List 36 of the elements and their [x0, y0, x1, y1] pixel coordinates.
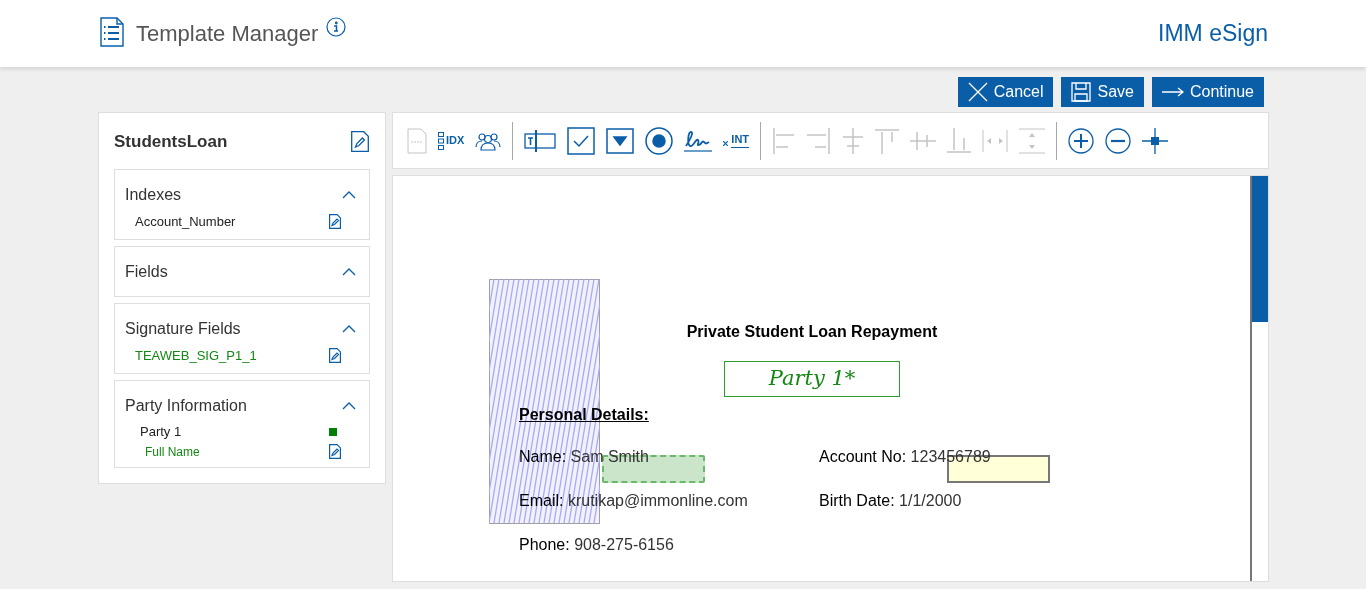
section-heading: Personal Details: [519, 406, 649, 423]
section-title[interactable]: Fields [125, 259, 168, 284]
chevron-icon[interactable] [342, 401, 356, 410]
close-icon [967, 82, 988, 102]
detail-text: Account No: 123456789 [819, 447, 991, 467]
document-title: Private Student Loan Repayment [686, 322, 938, 342]
continue-button[interactable]: Continue [1151, 77, 1264, 107]
detail-text: Birth Date: 1/1/2000 [819, 491, 962, 511]
info-icon[interactable] [326, 17, 347, 37]
field-item[interactable]: Full Name [145, 442, 200, 461]
section-title[interactable]: Party Information [125, 393, 247, 418]
party-item[interactable]: Party 1 [140, 421, 182, 442]
chevron-icon[interactable] [342, 190, 356, 199]
edit-icon[interactable] [329, 214, 341, 229]
edit-icon[interactable] [329, 444, 341, 460]
chevron-icon[interactable] [342, 267, 356, 276]
detail-text: Phone: 908-275-6156 [519, 535, 675, 555]
party-signature-field[interactable]: Party 1* [724, 361, 900, 397]
detail-text: Email: krutikap@immonline.com [519, 491, 749, 511]
brand-name: IMM eSign [1158, 19, 1268, 49]
list-document-icon [100, 16, 124, 47]
index-item[interactable]: Account_Number [135, 211, 236, 232]
save-icon [1071, 82, 1092, 102]
scrollbar-thumb[interactable] [1252, 176, 1268, 322]
edit-icon[interactable] [351, 131, 369, 153]
section-title[interactable]: Signature Fields [125, 316, 241, 341]
arrow-right-icon [1161, 87, 1184, 97]
section-title[interactable]: Indexes [125, 182, 182, 207]
chevron-icon[interactable] [342, 324, 356, 333]
detail-text: Name: Sam Smith [519, 447, 650, 467]
signature-item[interactable]: TEAWEB_SIG_P1_1 [135, 345, 257, 366]
save-button[interactable]: Save [1061, 77, 1144, 107]
edit-icon[interactable] [329, 348, 341, 364]
cancel-button[interactable]: Cancel [957, 77, 1054, 107]
template-name: StudentsLoan [114, 131, 228, 153]
page-title: Template Manager [136, 20, 319, 48]
